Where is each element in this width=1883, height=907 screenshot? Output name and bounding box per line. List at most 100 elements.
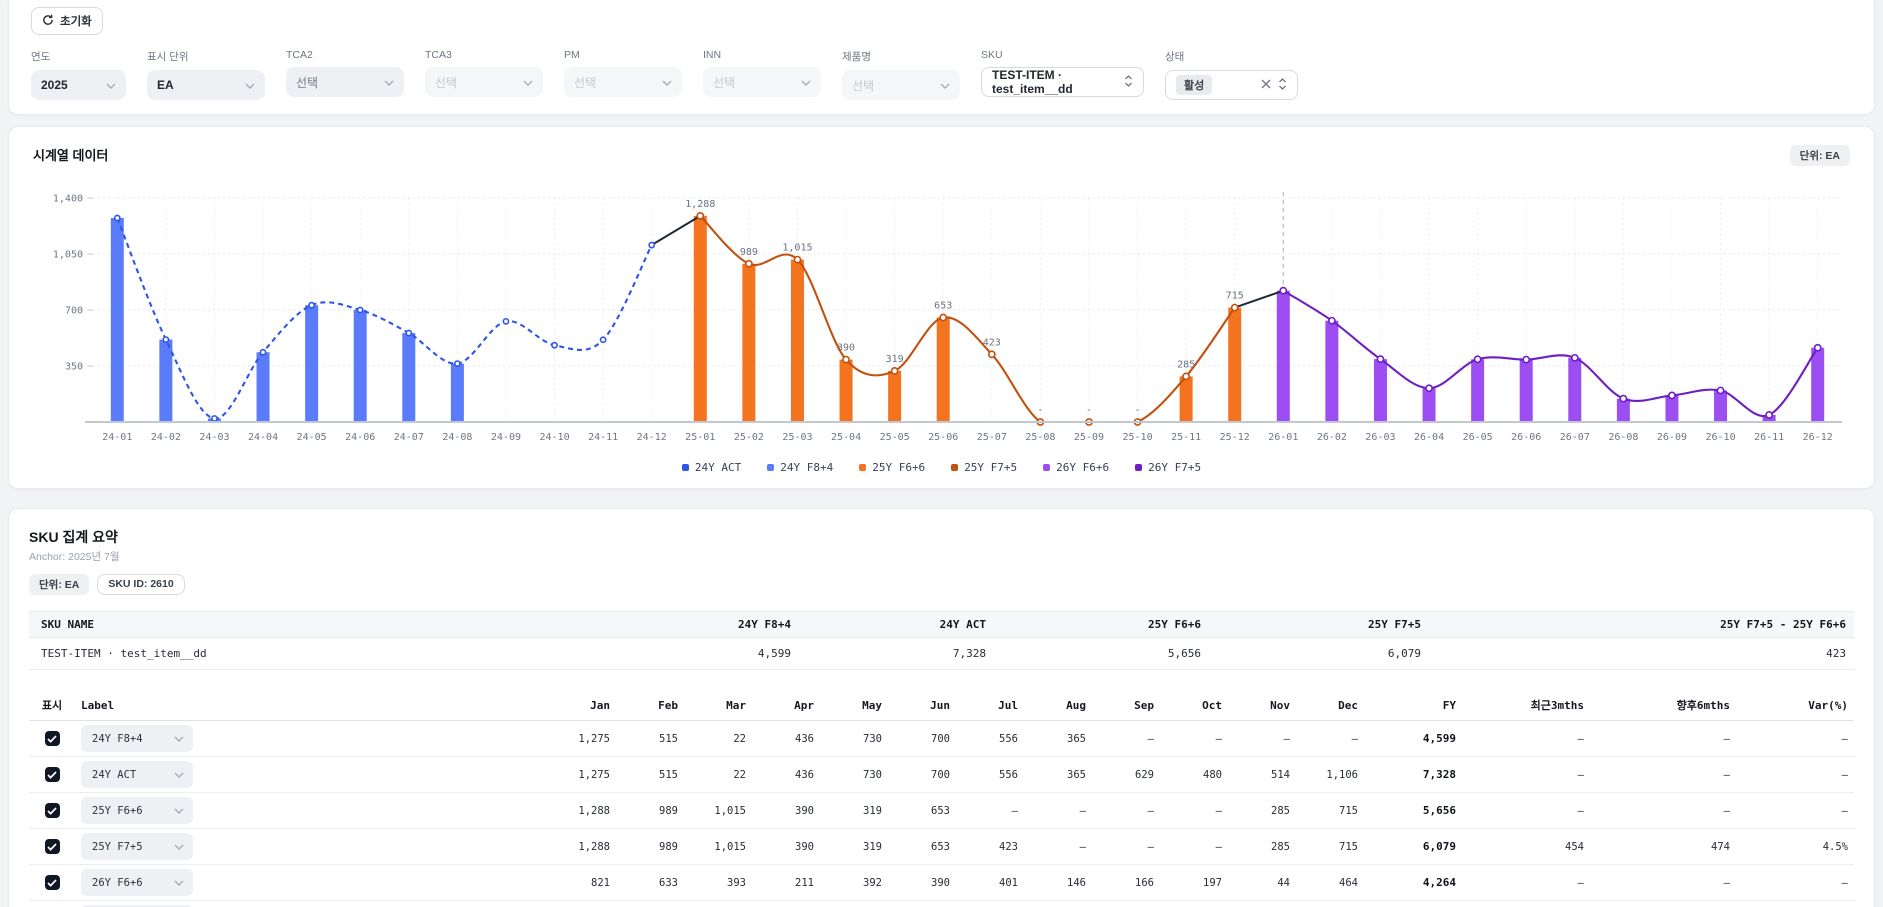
cell: 146 bbox=[1024, 901, 1092, 907]
table2-header: May bbox=[820, 690, 888, 721]
cell: 197 bbox=[1160, 865, 1228, 901]
row-visible-checkbox[interactable] bbox=[45, 803, 60, 818]
clear-icon[interactable] bbox=[1261, 78, 1271, 92]
legend-label: 24Y F8+4 bbox=[780, 461, 833, 474]
row-label-select[interactable]: 24Y ACT bbox=[81, 761, 193, 788]
cell: 44 bbox=[1228, 901, 1296, 907]
cell: – bbox=[1024, 793, 1092, 829]
row-visible-checkbox[interactable] bbox=[45, 767, 60, 782]
filter-pm-select: 선택 bbox=[564, 67, 682, 97]
svg-text:715: 715 bbox=[1226, 291, 1244, 302]
legend-item-25y-f6-6[interactable]: 25Y F6+6 bbox=[859, 461, 925, 474]
filter-tca2-value: 선택 bbox=[296, 74, 318, 91]
filter-status-select[interactable]: 활성 bbox=[1165, 70, 1298, 100]
cell: – bbox=[1462, 721, 1590, 757]
filter-tca2-select[interactable]: 선택 bbox=[286, 67, 404, 97]
svg-text:26-02: 26-02 bbox=[1317, 432, 1347, 443]
table-row: 25Y F6+61,2889891,015390319653––––285715… bbox=[29, 793, 1854, 829]
filter-status-label: 상태 bbox=[1165, 49, 1298, 64]
legend-item-26y-f6-6[interactable]: 26Y F6+6 bbox=[1043, 461, 1109, 474]
svg-text:24-07: 24-07 bbox=[394, 432, 424, 443]
svg-text:989: 989 bbox=[740, 247, 758, 258]
row-visible-checkbox[interactable] bbox=[45, 875, 60, 890]
cell: 197 bbox=[1160, 901, 1228, 907]
cell: – bbox=[1462, 865, 1590, 901]
filter-year-select[interactable]: 2025 bbox=[31, 70, 126, 100]
chevron-down-icon bbox=[940, 78, 950, 92]
svg-text:26-08: 26-08 bbox=[1608, 432, 1638, 443]
timeseries-card: 시계열 데이터 단위: EA 3507001,0501,4001,2889891… bbox=[8, 126, 1875, 489]
svg-text:390: 390 bbox=[837, 343, 855, 354]
row-label-select[interactable]: 25Y F7+5 bbox=[81, 833, 193, 860]
cell: – bbox=[1092, 721, 1160, 757]
filter-year-label: 연도 bbox=[31, 49, 126, 64]
chevron-down-icon bbox=[174, 877, 184, 889]
svg-text:25-01: 25-01 bbox=[685, 432, 715, 443]
legend-dot bbox=[1135, 464, 1142, 471]
chevron-down-icon bbox=[174, 769, 184, 781]
filter-unit-label: 표시 단위 bbox=[147, 49, 265, 64]
filter-tca3-value: 선택 bbox=[435, 74, 457, 91]
filter-product: 제품명선택 bbox=[842, 49, 960, 100]
table2-header: Mar bbox=[684, 690, 752, 721]
svg-text:24-02: 24-02 bbox=[151, 432, 181, 443]
filter-sku-value: TEST-ITEM · test_item__dd bbox=[992, 68, 1124, 96]
filter-pm-label: PM bbox=[564, 49, 682, 61]
row-label: 25Y F7+5 bbox=[92, 841, 143, 853]
svg-text:1,050: 1,050 bbox=[53, 250, 83, 261]
svg-text:24-06: 24-06 bbox=[345, 432, 375, 443]
row-label-select[interactable]: 25Y F6+6 bbox=[81, 797, 193, 824]
cell: TEST-ITEM · test_item__dd bbox=[29, 638, 569, 670]
row-label: 26Y F6+6 bbox=[92, 877, 143, 889]
svg-text:24-08: 24-08 bbox=[442, 432, 472, 443]
cell: 700 bbox=[888, 757, 956, 793]
cell: 989 bbox=[616, 793, 684, 829]
chevron-down-icon bbox=[523, 75, 533, 89]
filter-tca3-label: TCA3 bbox=[425, 49, 543, 61]
cell: 44 bbox=[1228, 865, 1296, 901]
cell: 211 bbox=[752, 865, 820, 901]
filter-unit-value: EA bbox=[157, 78, 174, 92]
legend-item-26y-f7-5[interactable]: 26Y F7+5 bbox=[1135, 461, 1201, 474]
legend-item-25y-f7-5[interactable]: 25Y F7+5 bbox=[951, 461, 1017, 474]
filter-unit-select[interactable]: EA bbox=[147, 70, 265, 100]
legend-item-24y-act[interactable]: 24Y ACT bbox=[682, 461, 741, 474]
table1-header: 25Y F7+5 bbox=[1209, 612, 1429, 638]
status-value-pill: 활성 bbox=[1176, 75, 1212, 95]
svg-text:24-11: 24-11 bbox=[588, 432, 618, 443]
row-label-select[interactable]: 24Y F8+4 bbox=[81, 725, 193, 752]
cell: 700 bbox=[888, 721, 956, 757]
svg-text:25-10: 25-10 bbox=[1122, 432, 1152, 443]
table2-header: 표시 bbox=[29, 690, 75, 721]
table2-header: Jul bbox=[956, 690, 1024, 721]
cell: 1,288 bbox=[548, 829, 616, 865]
table2-header: Var(%) bbox=[1736, 690, 1854, 721]
row-visible-checkbox[interactable] bbox=[45, 731, 60, 746]
row-visible-checkbox[interactable] bbox=[45, 839, 60, 854]
cell: – bbox=[1590, 793, 1736, 829]
cell: – bbox=[1228, 721, 1296, 757]
chevron-down-icon bbox=[384, 75, 394, 89]
cell: 821 bbox=[548, 865, 616, 901]
filter-sku-select[interactable]: TEST-ITEM · test_item__dd bbox=[981, 67, 1144, 97]
chevron-down-icon bbox=[174, 841, 184, 853]
sku-monthly-table: 표시LabelJanFebMarAprMayJunJulAugSepOctNov… bbox=[29, 690, 1854, 907]
chevron-down-icon bbox=[801, 75, 811, 89]
svg-text:25-02: 25-02 bbox=[734, 432, 764, 443]
cell: 7,328 bbox=[1364, 757, 1462, 793]
reset-button[interactable]: 초기화 bbox=[31, 7, 103, 35]
svg-text:26-03: 26-03 bbox=[1365, 432, 1395, 443]
svg-text:24-09: 24-09 bbox=[491, 432, 521, 443]
legend-dot bbox=[767, 464, 774, 471]
table2-header: 향후6mths bbox=[1590, 690, 1736, 721]
chart-unit-badge: 단위: EA bbox=[1790, 145, 1850, 166]
cell: 5,656 bbox=[994, 638, 1209, 670]
table2-header: Nov bbox=[1228, 690, 1296, 721]
row-label-select[interactable]: 26Y F6+6 bbox=[81, 869, 193, 896]
filter-tca2: TCA2선택 bbox=[286, 49, 404, 100]
cell: 653 bbox=[888, 829, 956, 865]
cell: 365 bbox=[1024, 721, 1092, 757]
table1-header: 25Y F7+5 - 25Y F6+6 bbox=[1429, 612, 1854, 638]
legend-label: 25Y F7+5 bbox=[964, 461, 1017, 474]
legend-item-24y-f8-4[interactable]: 24Y F8+4 bbox=[767, 461, 833, 474]
